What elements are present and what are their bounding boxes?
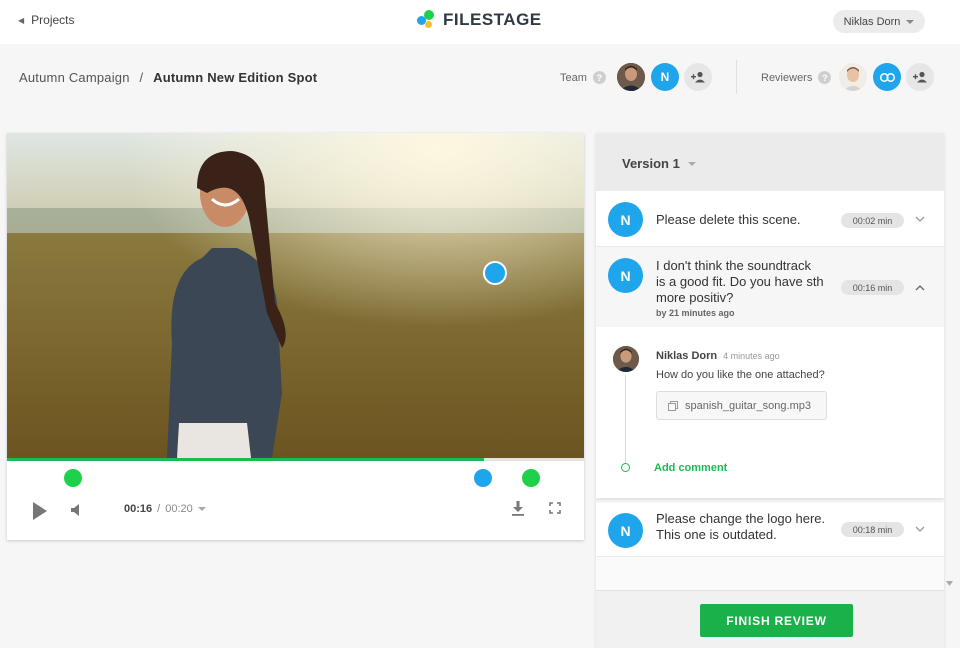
user-menu-button[interactable]: Niklas Dorn: [833, 10, 925, 33]
reviewers-label-text: Reviewers: [761, 71, 813, 84]
chevron-down-icon[interactable]: [915, 526, 925, 532]
video-frame-image: [7, 133, 584, 458]
chevron-down-icon: [906, 19, 915, 24]
progress-fill: [7, 458, 484, 461]
comment-author-avatar: N: [608, 202, 643, 237]
total-time: 00:20: [165, 503, 193, 515]
team-label: Team ?: [560, 71, 606, 84]
comment-author-avatar: N: [608, 258, 643, 293]
reply-text: How do you like the one attached?: [656, 369, 825, 381]
comment-list: N Please delete this scene. 00:02 min N …: [596, 191, 944, 590]
user-name: Niklas Dorn: [843, 15, 901, 28]
comment-text-line: Please change the logo here.: [656, 511, 826, 526]
comment-meta: by 21 minutes ago: [656, 308, 735, 318]
person-photo-icon: [613, 346, 639, 372]
thread-line: [625, 375, 626, 463]
comments-panel: Version 1 N Please delete this scene. 00…: [596, 133, 953, 648]
breadcrumb-separator: /: [139, 70, 144, 85]
comment-author-avatar: N: [608, 513, 643, 548]
timeline-comment-marker[interactable]: [522, 469, 540, 487]
comment-item[interactable]: N Please delete this scene. 00:02 min: [596, 191, 944, 247]
team-member-avatar-photo[interactable]: [617, 63, 645, 91]
reviewers-label: Reviewers ?: [761, 71, 832, 84]
team-member-avatar-n[interactable]: N: [651, 63, 679, 91]
comment-text-line: is a good fit. Do you have sth: [656, 274, 824, 289]
fullscreen-icon[interactable]: [549, 502, 561, 514]
back-to-projects-link[interactable]: ◀ Projects: [18, 13, 75, 27]
comment-item[interactable]: N I don't think the soundtrack is a good…: [596, 248, 944, 327]
comment-timestamp[interactable]: 00:18 min: [841, 522, 904, 537]
breadcrumb-current: Autumn New Edition Spot: [153, 70, 318, 85]
comment-thread-expanded: N I don't think the soundtrack is a good…: [596, 248, 944, 498]
team-label-text: Team: [560, 71, 587, 84]
download-icon[interactable]: [511, 500, 525, 516]
thread-end-dot: [621, 463, 630, 472]
timecode[interactable]: 00:16 / 00:20: [124, 503, 206, 515]
finish-review-button[interactable]: FINISH REVIEW: [700, 604, 853, 637]
reply-author-avatar: [613, 346, 639, 372]
add-reviewer-button[interactable]: [906, 63, 934, 91]
play-icon[interactable]: [31, 501, 49, 521]
time-separator: /: [157, 503, 161, 515]
reviewers-help-icon[interactable]: ?: [818, 71, 832, 84]
progress-track[interactable]: [7, 458, 584, 461]
video-frame[interactable]: [7, 133, 584, 458]
person-photo-icon: [839, 63, 867, 91]
attachment-name: spanish_guitar_song.mp3: [685, 399, 811, 412]
file-icon: [668, 400, 678, 411]
player-controls: 00:16 / 00:20: [7, 495, 584, 540]
team-help-icon[interactable]: ?: [592, 71, 606, 84]
version-label: Version 1: [622, 156, 680, 171]
comment-text: Please change the logo here. This one is…: [656, 511, 825, 543]
video-annotation-marker[interactable]: [483, 261, 507, 285]
attachment-file[interactable]: spanish_guitar_song.mp3: [656, 391, 827, 420]
reviewer-avatar-photo[interactable]: [839, 63, 867, 91]
chevron-up-icon[interactable]: [915, 285, 925, 291]
volume-icon[interactable]: [70, 503, 82, 517]
comment-item[interactable]: N Please change the logo here. This one …: [596, 503, 944, 557]
breadcrumb: Autumn Campaign / Autumn New Edition Spo…: [19, 70, 317, 85]
reply-author: Niklas Dorn 4 minutes ago: [656, 350, 780, 362]
comment-text: I don't think the soundtrack is a good f…: [656, 258, 824, 306]
breadcrumb-parent[interactable]: Autumn Campaign: [19, 70, 130, 85]
comment-text-line: This one is outdated.: [656, 527, 777, 542]
scroll-down-icon[interactable]: [946, 581, 953, 586]
comment-meta-age: 21 minutes ago: [669, 308, 735, 318]
reply-section: Niklas Dorn 4 minutes ago How do you like…: [596, 327, 944, 498]
chevron-down-icon: [197, 507, 206, 511]
current-time: 00:16: [124, 503, 153, 515]
add-comment-link[interactable]: Add comment: [654, 462, 727, 474]
video-player: 00:16 / 00:20: [7, 133, 584, 540]
chevron-down-icon[interactable]: [915, 216, 925, 222]
header-divider: [736, 60, 737, 94]
comment-text-line: I don't think the soundtrack: [656, 258, 811, 273]
comment-meta-prefix: by: [656, 308, 667, 318]
add-team-member-button[interactable]: [684, 63, 712, 91]
logo-dots-icon: [417, 10, 439, 30]
comment-text-line: more positiv?: [656, 290, 734, 305]
panel-header: Version 1: [596, 133, 944, 191]
reply-author-name: Niklas Dorn: [656, 350, 718, 362]
comment-timestamp[interactable]: 00:02 min: [841, 213, 904, 228]
timeline-comment-marker[interactable]: [474, 469, 492, 487]
add-person-icon: [691, 71, 705, 83]
brand-name: FILESTAGE: [443, 10, 542, 29]
panel-footer: FINISH REVIEW: [596, 590, 944, 648]
person-photo-icon: [617, 63, 645, 91]
link-icon: [879, 72, 895, 82]
chevron-down-icon: [687, 161, 696, 166]
comment-text: Please delete this scene.: [656, 212, 801, 227]
comment-timestamp[interactable]: 00:16 min: [841, 280, 904, 295]
top-bar: ◀ Projects FILESTAGE Niklas Dorn: [0, 0, 960, 44]
reply-age: 4 minutes ago: [723, 351, 780, 361]
brand-logo[interactable]: FILESTAGE: [417, 10, 542, 30]
add-person-icon: [913, 71, 927, 83]
reviewer-share-link-button[interactable]: [873, 63, 901, 91]
back-link-label: Projects: [31, 13, 75, 27]
timeline-comment-marker[interactable]: [64, 469, 82, 487]
scrollbar[interactable]: [944, 191, 956, 590]
version-selector[interactable]: Version 1: [622, 156, 696, 171]
back-arrow-icon: ◀: [18, 15, 25, 25]
